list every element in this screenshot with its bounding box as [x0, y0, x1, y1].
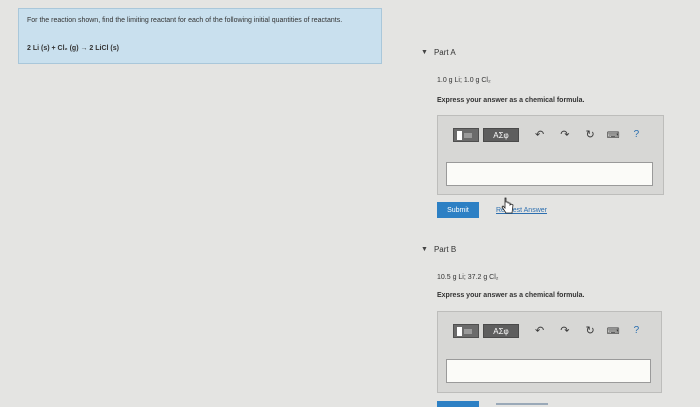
part-a-prompt: Express your answer as a chemical formul… — [437, 97, 585, 104]
part-b-submit-button[interactable] — [437, 401, 479, 407]
mouse-cursor-icon — [501, 197, 514, 214]
collapse-caret-icon[interactable]: ▼ — [421, 246, 428, 253]
redo-icon[interactable]: ↷ — [560, 128, 569, 142]
part-a-quantities: 1.0 g Li; 1.0 g Cl₂ — [437, 77, 491, 84]
part-a-header[interactable]: ▼ Part A — [421, 48, 456, 57]
templates-icon[interactable] — [453, 128, 479, 142]
part-a-answer-editor: ΑΣφ ↶ ↷ ↻ ⌨ ? — [437, 115, 664, 195]
part-b-answer-input[interactable] — [446, 359, 651, 383]
greek-symbols-icon[interactable]: ΑΣφ — [483, 324, 519, 338]
part-b-header[interactable]: ▼ Part B — [421, 245, 456, 254]
greek-symbols-icon[interactable]: ΑΣφ — [483, 128, 519, 142]
part-b-prompt: Express your answer as a chemical formul… — [437, 292, 585, 299]
part-a-toolbar: ΑΣφ ↶ ↷ ↻ ⌨ ? — [453, 128, 639, 142]
part-b-quantities: 10.5 g Li; 37.2 g Cl₂ — [437, 274, 499, 281]
undo-icon[interactable]: ↶ — [535, 324, 544, 338]
part-b-request-answer-link[interactable] — [496, 403, 548, 405]
part-b-title: Part B — [433, 245, 457, 254]
problem-text: For the reaction shown, find the limitin… — [27, 17, 343, 24]
reaction-equation: 2 Li (s) + Cl₂ (g) → 2 LiCl (s) — [27, 45, 119, 52]
part-a-submit-button[interactable]: Submit — [437, 202, 479, 218]
collapse-caret-icon[interactable]: ▼ — [421, 49, 428, 56]
reset-icon[interactable]: ↻ — [585, 128, 594, 142]
part-b-answer-editor: ΑΣφ ↶ ↷ ↻ ⌨ ? — [437, 311, 662, 393]
help-icon[interactable]: ? — [634, 324, 640, 338]
problem-statement: For the reaction shown, find the limitin… — [18, 8, 382, 64]
part-a-title: Part A — [433, 48, 456, 57]
undo-icon[interactable]: ↶ — [535, 128, 544, 142]
part-b-toolbar: ΑΣφ ↶ ↷ ↻ ⌨ ? — [453, 324, 639, 338]
reset-icon[interactable]: ↻ — [585, 324, 594, 338]
redo-icon[interactable]: ↷ — [560, 324, 569, 338]
keyboard-icon[interactable]: ⌨ — [607, 324, 620, 338]
part-a-answer-input[interactable] — [446, 162, 653, 186]
keyboard-icon[interactable]: ⌨ — [607, 128, 620, 142]
help-icon[interactable]: ? — [634, 128, 640, 142]
templates-icon[interactable] — [453, 324, 479, 338]
